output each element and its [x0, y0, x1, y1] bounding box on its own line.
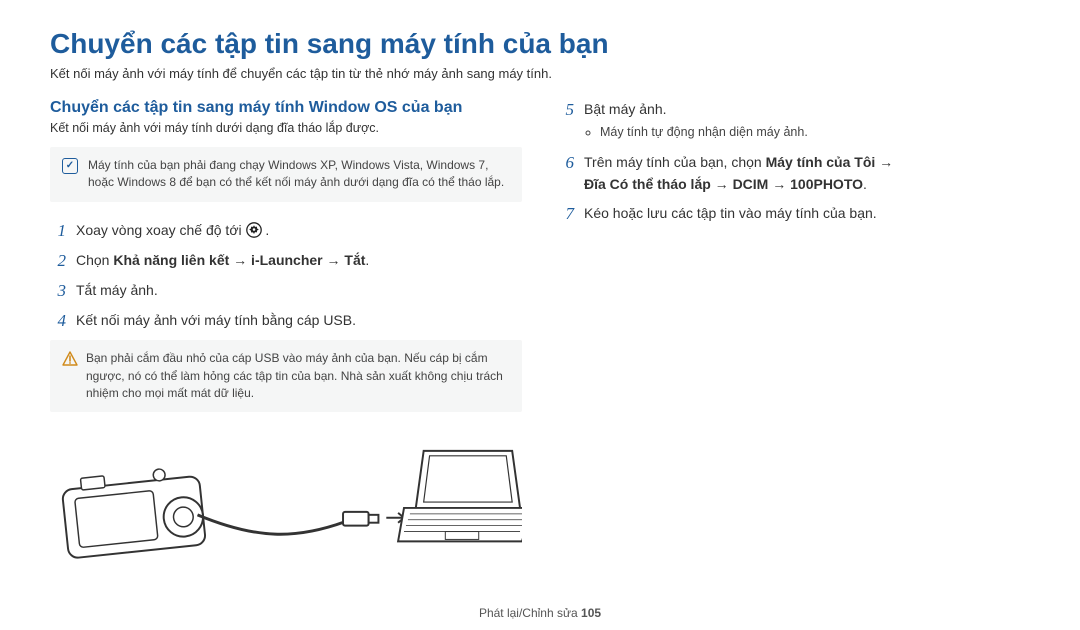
step-text-after: . — [863, 176, 867, 192]
step-text-pre: Chọn — [76, 252, 113, 268]
step-arrow: → — [875, 154, 893, 170]
step-text-after: . — [265, 222, 269, 238]
step-7: 7 Kéo hoặc lưu các tập tin vào máy tính … — [558, 203, 1030, 225]
step-text: Bật máy ảnh. Máy tính tự động nhận diện … — [584, 99, 1030, 144]
step-number: 5 — [558, 99, 574, 121]
page: Chuyển các tập tin sang máy tính của bạn… — [0, 0, 1080, 630]
illustration — [50, 430, 522, 585]
step-2: 2 Chọn Khả năng liên kết → i-Launcher → … — [50, 250, 522, 272]
step-number: 7 — [558, 203, 574, 225]
page-number: 105 — [581, 606, 601, 620]
step-text: Kéo hoặc lưu các tập tin vào máy tính củ… — [584, 203, 1030, 225]
columns: Chuyển các tập tin sang máy tính Window … — [50, 99, 1030, 585]
step-5: 5 Bật máy ảnh. Máy tính tự động nhận diệ… — [558, 99, 1030, 144]
step-sublist: Máy tính tự động nhận diện máy ảnh. — [584, 123, 1030, 142]
info-note: ✓ Máy tính của bạn phải đang chạy Window… — [50, 147, 522, 202]
step-subitem: Máy tính tự động nhận diện máy ảnh. — [600, 123, 1030, 142]
step-text: Xoay vòng xoay chế độ tới . — [76, 220, 522, 242]
step-text-bold: Máy tính của Tôi — [766, 154, 876, 170]
section-heading: Chuyển các tập tin sang máy tính Window … — [50, 99, 522, 117]
step-number: 4 — [50, 310, 66, 332]
warning-note-text: Bạn phải cắm đầu nhỏ của cáp USB vào máy… — [86, 350, 508, 402]
steps-right: 5 Bật máy ảnh. Máy tính tự động nhận diệ… — [558, 99, 1030, 226]
step-text-pre: Trên máy tính của bạn, chọn — [584, 154, 766, 170]
step-text-bold-line2: Đĩa Có thể tháo lắp → DCIM → 100PHOTO — [584, 176, 863, 192]
right-column: 5 Bật máy ảnh. Máy tính tự động nhận diệ… — [558, 99, 1030, 585]
step-1: 1 Xoay vòng xoay chế độ tới . — [50, 220, 522, 242]
page-title: Chuyển các tập tin sang máy tính của bạn — [50, 28, 1030, 60]
step-text-pre: Bật máy ảnh. — [584, 101, 667, 117]
step-text: Chọn Khả năng liên kết → i-Launcher → Tắ… — [76, 250, 522, 272]
warning-icon — [62, 351, 76, 365]
step-number: 2 — [50, 250, 66, 272]
gear-icon — [246, 222, 262, 238]
warning-note: Bạn phải cắm đầu nhỏ của cáp USB vào máy… — [50, 340, 522, 412]
page-subtitle: Kết nối máy ảnh với máy tính để chuyển c… — [50, 66, 1030, 81]
step-number: 3 — [50, 280, 66, 302]
info-note-text: Máy tính của bạn phải đang chạy Windows … — [88, 157, 508, 192]
steps-left: 1 Xoay vòng xoay chế độ tới . — [50, 220, 522, 332]
step-text-bold: Khả năng liên kết → i-Launcher → Tắt — [113, 252, 365, 268]
section-subtext: Kết nối máy ảnh với máy tính dưới dạng đ… — [50, 121, 522, 135]
step-number: 6 — [558, 152, 574, 174]
step-6: 6 Trên máy tính của bạn, chọn Máy tính c… — [558, 152, 1030, 195]
footer: Phát lại/Chỉnh sửa 105 — [0, 606, 1080, 620]
step-text-pre: Xoay vòng xoay chế độ tới — [76, 222, 246, 238]
step-text: Kết nối máy ảnh với máy tính bằng cáp US… — [76, 310, 522, 332]
step-text: Trên máy tính của bạn, chọn Máy tính của… — [584, 152, 1030, 195]
step-3: 3 Tắt máy ảnh. — [50, 280, 522, 302]
footer-text: Phát lại/Chỉnh sửa — [479, 606, 581, 620]
left-column: Chuyển các tập tin sang máy tính Window … — [50, 99, 522, 585]
step-text-after: . — [365, 252, 369, 268]
info-icon: ✓ — [62, 158, 78, 174]
step-4: 4 Kết nối máy ảnh với máy tính bằng cáp … — [50, 310, 522, 332]
step-number: 1 — [50, 220, 66, 242]
step-text: Tắt máy ảnh. — [76, 280, 522, 302]
